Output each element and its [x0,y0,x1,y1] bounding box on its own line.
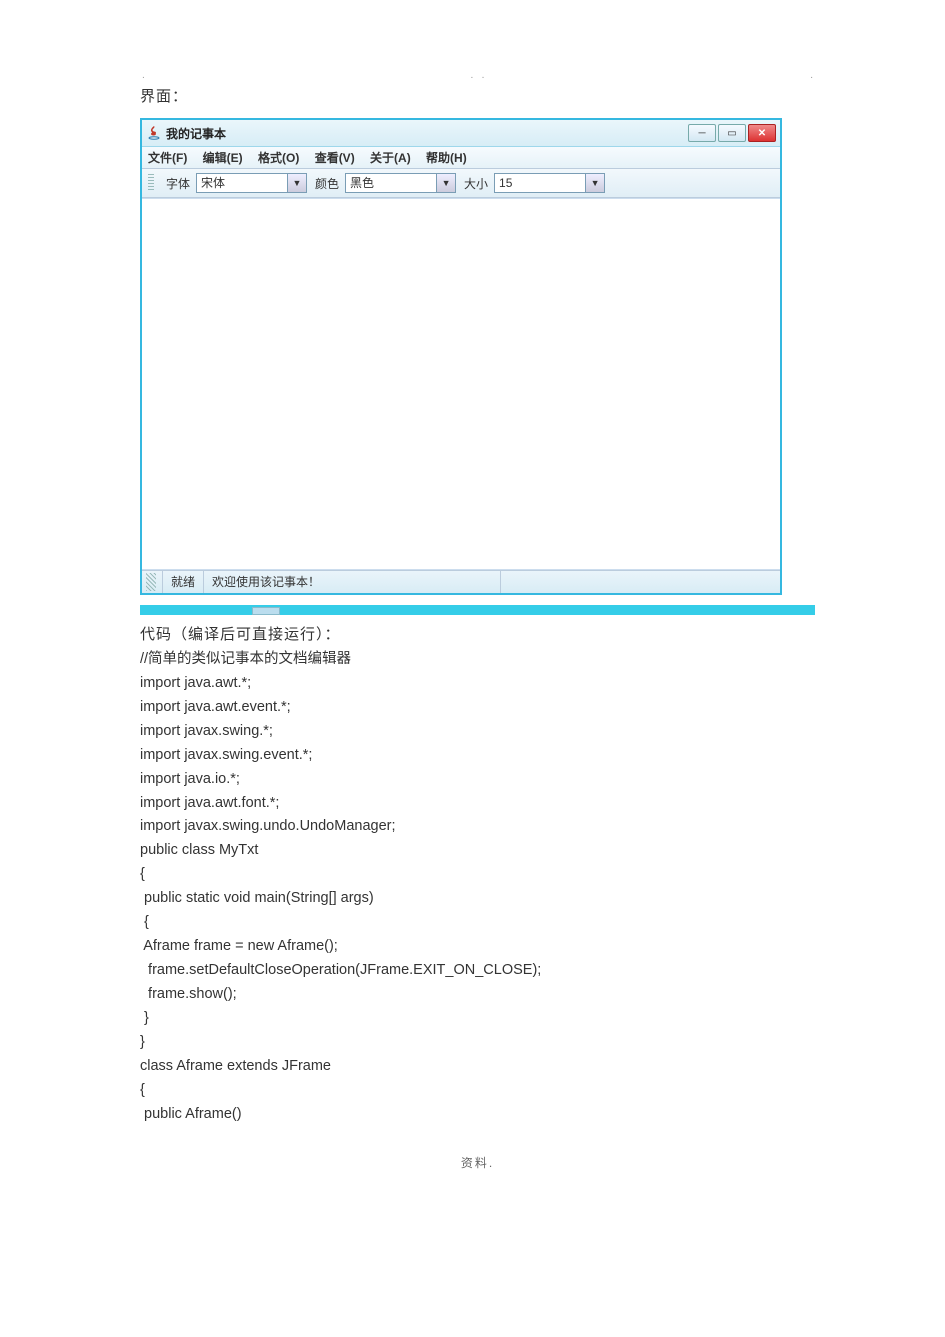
toolbar-grip-icon [148,174,154,192]
chevron-down-icon[interactable]: ▼ [436,174,455,192]
text-area[interactable] [142,198,780,570]
statusbar-grip-icon [146,573,156,591]
font-value: 宋体 [197,174,287,192]
java-app-icon [146,125,162,141]
maximize-button[interactable]: ▭ [718,124,746,142]
font-label: 字体 [166,175,190,192]
chevron-down-icon[interactable]: ▼ [585,174,604,192]
menu-edit[interactable]: 编辑(E) [203,149,243,166]
close-button[interactable]: ✕ [748,124,776,142]
color-label: 颜色 [315,175,339,192]
statusbar: 就绪 欢迎使用该记事本！ [142,570,780,593]
toolbar: 字体 宋体 ▼ 颜色 黑色 ▼ 大小 15 ▼ [142,169,780,198]
font-combobox[interactable]: 宋体 ▼ [196,173,307,193]
header-dots: .. .. [140,70,815,85]
window-title: 我的记事本 [166,125,688,142]
status-ready: 就绪 [162,571,203,593]
window-bottom-border [140,605,815,615]
page-footer: 资料. [140,1154,815,1171]
code-label: 代码（编译后可直接运行）： [140,623,815,644]
minimize-button[interactable]: ─ [688,124,716,142]
chevron-down-icon[interactable]: ▼ [287,174,306,192]
notepad-window: 我的记事本 ─ ▭ ✕ 文件(F) 编辑(E) 格式(O) 查看(V) 关于(A… [140,118,782,595]
menu-file[interactable]: 文件(F) [148,149,187,166]
status-welcome: 欢迎使用该记事本！ [203,571,500,593]
status-empty [500,571,780,593]
menu-help[interactable]: 帮助(H) [426,149,467,166]
intro-label: 界面： [140,85,815,106]
code-block: //简单的类似记事本的文档编辑器 import java.awt.*; impo… [140,648,815,1126]
size-value: 15 [495,174,585,192]
menubar: 文件(F) 编辑(E) 格式(O) 查看(V) 关于(A) 帮助(H) [142,147,780,169]
size-label: 大小 [464,175,488,192]
size-combobox[interactable]: 15 ▼ [494,173,605,193]
color-combobox[interactable]: 黑色 ▼ [345,173,456,193]
menu-format[interactable]: 格式(O) [258,149,299,166]
menu-about[interactable]: 关于(A) [370,149,411,166]
menu-view[interactable]: 查看(V) [315,149,355,166]
titlebar: 我的记事本 ─ ▭ ✕ [142,120,780,147]
color-value: 黑色 [346,174,436,192]
